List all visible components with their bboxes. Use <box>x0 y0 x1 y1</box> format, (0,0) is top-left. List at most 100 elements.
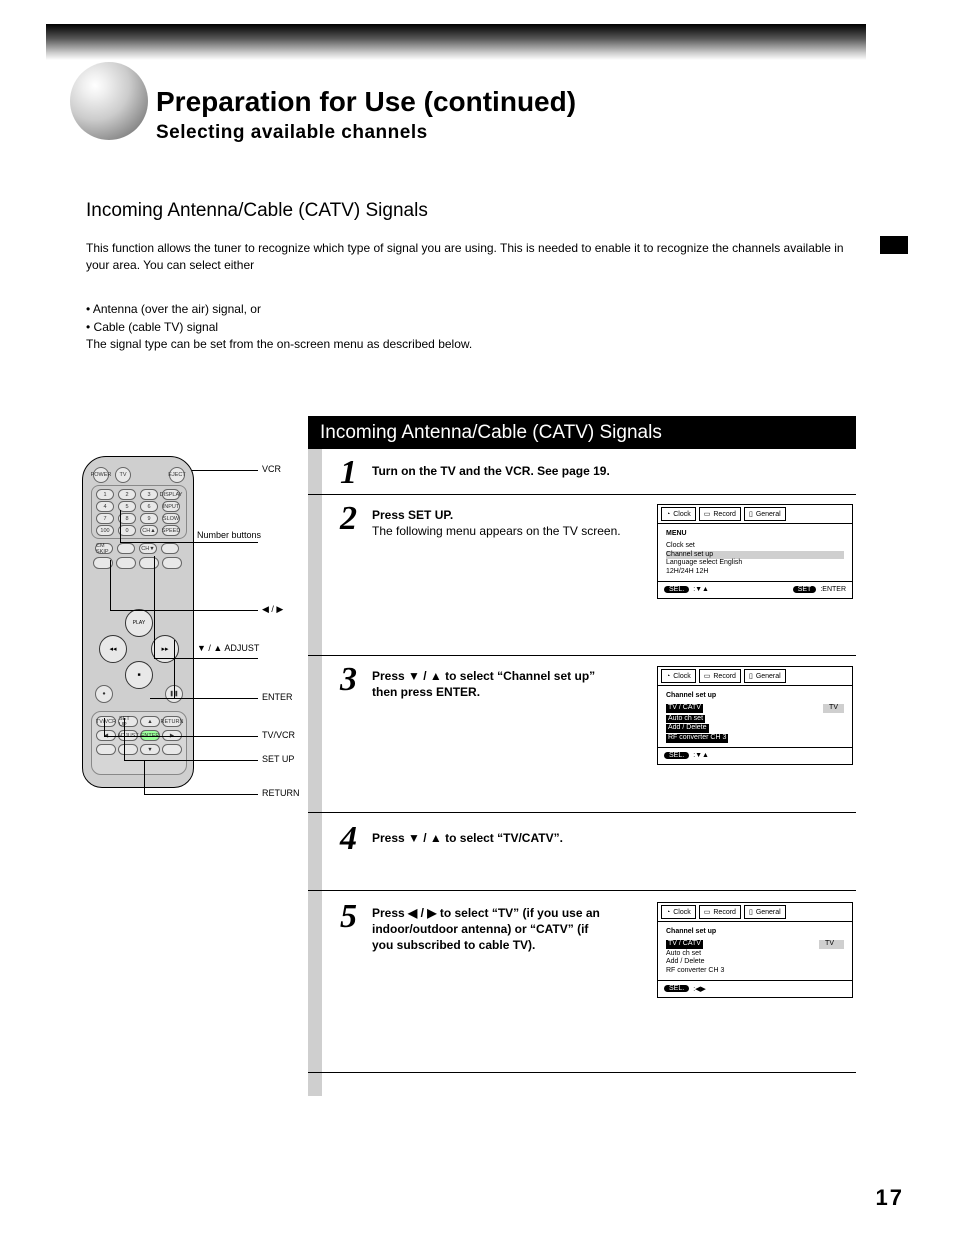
osd-footer: SEL. :▼▲ <box>658 747 852 764</box>
remote-btn <box>117 543 135 554</box>
step-number: 5 <box>340 898 357 936</box>
osd-key: SEL. <box>664 586 689 593</box>
general-icon: ▯ <box>749 672 753 680</box>
callout-line <box>154 556 155 658</box>
remote-lower-panel: TV/VCR SET UP ▲ RETURN ◀ ADJUST ENTER ▶ … <box>91 711 187 775</box>
osd-tab-record: ▭Record <box>699 669 741 683</box>
callout-line <box>110 560 111 610</box>
tape-icon: ▭ <box>704 672 711 680</box>
tab-label: General <box>756 673 781 680</box>
osd-row-label: TV / CATV <box>666 704 703 713</box>
remote-num-7: 7 <box>96 513 114 524</box>
remote-btn-tv: TV <box>115 467 131 483</box>
step-number: 1 <box>340 454 357 492</box>
divider <box>308 1072 856 1073</box>
chapter-subtitle: Selecting available channels <box>156 122 428 144</box>
callout-line <box>144 794 258 795</box>
osd-key-hint: :ENTER <box>820 586 846 593</box>
osd-row: Clock set <box>666 542 844 551</box>
remote-num-9: 9 <box>140 513 158 524</box>
osd-body: MENU Clock set Channel set up Language s… <box>658 524 852 581</box>
callout-line <box>104 718 105 736</box>
intro-text: This function allows the tuner to recogn… <box>86 240 866 274</box>
step-2-line1: Press SET UP. <box>372 507 621 523</box>
osd-title: Channel set up <box>666 692 844 701</box>
callout-line <box>104 736 258 737</box>
step-1-line: Turn on the TV and the VCR. See page 19. <box>372 464 610 478</box>
osd-row-highlight: Channel set up <box>666 551 844 560</box>
side-tab <box>880 236 908 254</box>
procedure-heading-bar: Incoming Antenna/Cable (CATV) Signals <box>308 416 856 449</box>
remote-btn <box>96 744 116 755</box>
remote-num-3: 3 <box>140 489 158 500</box>
tape-icon: ▭ <box>704 908 711 916</box>
callout-setup: SET UP <box>262 754 294 764</box>
remote-btn <box>116 557 136 569</box>
remote-btn <box>162 744 182 755</box>
bullet-1: • Antenna (over the air) signal, or <box>86 300 866 318</box>
remote-btn-rec: ● <box>95 685 113 703</box>
remote-btn-stop: ■ <box>125 661 153 689</box>
step-5-text: Press ◀ / ▶ to select “TV” (if you use a… <box>372 905 600 954</box>
osd-row-value: TV <box>819 940 844 949</box>
remote-btn <box>118 744 138 755</box>
divider <box>308 890 856 891</box>
osd-key-hint: :◀▶ <box>693 985 706 993</box>
callout-line <box>120 542 258 543</box>
osd-key: SEL. <box>664 752 689 759</box>
callout-vcr: VCR <box>262 464 281 474</box>
callout-numbers: Number buttons <box>197 530 277 540</box>
step-5-line1: Press ◀ / ▶ to select “TV” (if you use a… <box>372 905 600 921</box>
osd-tab-record: ▭Record <box>699 905 741 919</box>
tab-label: Clock <box>673 673 691 680</box>
remote-btn-100: 100 <box>96 525 114 536</box>
osd-row: TV / CATV TV <box>666 940 844 949</box>
callout-line <box>154 658 258 659</box>
remote-btn-setup: SET UP <box>118 716 138 727</box>
callout-line <box>192 470 258 471</box>
step-number: 3 <box>340 661 357 699</box>
osd-row: Auto ch set <box>666 715 705 724</box>
remote-btn-slow: SLOW <box>162 513 180 524</box>
osd-key: SEL. <box>664 985 689 992</box>
remote-btn-play: PLAY <box>125 609 153 637</box>
remote-btn-power: POWER <box>93 467 109 483</box>
remote-num-6: 6 <box>140 501 158 512</box>
callout-tvvcr: TV/VCR <box>262 730 295 740</box>
osd-key-hint: :▼▲ <box>693 752 709 759</box>
remote-btn-speed: SPEED <box>162 525 180 536</box>
general-icon: ▯ <box>749 908 753 916</box>
step-3-line1: Press ▼ / ▲ to select “Channel set up” <box>372 668 595 684</box>
osd-row: Language select English <box>666 559 844 568</box>
osd-row-label: TV / CATV <box>666 940 703 949</box>
osd-row: Add / Delete <box>666 958 844 967</box>
page-number: 17 <box>876 1185 904 1211</box>
osd-tabs: ◔Clock ▭Record ▯General <box>658 903 852 922</box>
step-column-bg <box>308 449 322 1096</box>
callout-adjust: ▼ / ▲ ADJUST <box>197 643 267 653</box>
osd-title: MENU <box>666 530 844 539</box>
osd-tab-general: ▯General <box>744 905 786 919</box>
remote-btn <box>161 543 179 554</box>
remote-btn-chdn: CH▼ <box>139 543 157 554</box>
step-4-text: Press ▼ / ▲ to select “TV/CATV”. <box>372 830 563 846</box>
clock-icon: ◔ <box>666 511 670 518</box>
sphere-decoration <box>70 62 148 140</box>
osd-row: Auto ch set <box>666 950 844 959</box>
step-1-text: Turn on the TV and the VCR. See page 19. <box>372 463 610 479</box>
callout-line <box>150 698 258 699</box>
osd-title: Channel set up <box>666 928 844 937</box>
step-number: 4 <box>340 820 357 858</box>
tab-label: Record <box>713 511 736 518</box>
remote-btn-return: RETURN <box>162 716 182 727</box>
tab-label: General <box>756 511 781 518</box>
divider <box>308 494 856 495</box>
osd-row: RF converter CH 3 <box>666 967 844 976</box>
step-3-line2: then press ENTER. <box>372 684 595 700</box>
step-5-line2: indoor/outdoor antenna) or “CATV” (if <box>372 921 600 937</box>
remote-btn-tvvcr: TV/VCR <box>96 716 116 727</box>
step-number: 2 <box>340 500 357 538</box>
intro-text-2: The signal type can be set from the on-s… <box>86 336 866 353</box>
osd-row: 12H/24H 12H <box>666 568 844 577</box>
remote-btn-input: INPUT <box>162 501 180 512</box>
